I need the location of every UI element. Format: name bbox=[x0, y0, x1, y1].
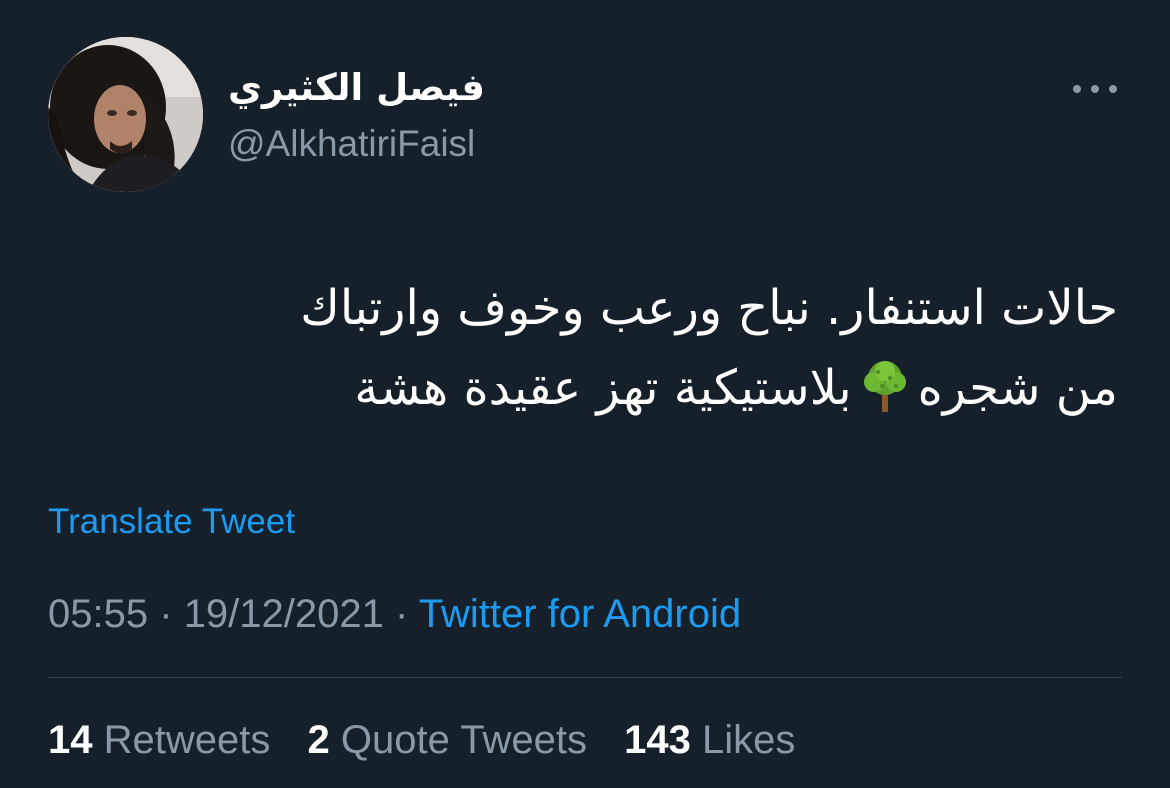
quote-tweets-stat[interactable]: 2 Quote Tweets bbox=[308, 718, 587, 762]
likes-label: Likes bbox=[701, 718, 796, 762]
more-dot bbox=[1073, 85, 1081, 93]
quote-tweets-label: Quote Tweets bbox=[340, 718, 587, 762]
tweet-source-link[interactable]: Twitter for Android bbox=[419, 592, 741, 636]
tweet-meta: 05:55 · 19/12/2021 · Twitter for Android bbox=[48, 588, 741, 640]
avatar[interactable] bbox=[48, 37, 203, 192]
retweets-stat[interactable]: 14 Retweets bbox=[48, 718, 270, 762]
meta-separator: · bbox=[159, 592, 173, 636]
tweet-text-line-2: من شجره بلاستيكية تهز عقيدة هشة bbox=[118, 348, 1118, 428]
tweet-text: حالات استنفار. نباح ورعب وخوف وارتباك من… bbox=[118, 268, 1118, 428]
tweet-text-line-1: حالات استنفار. نباح ورعب وخوف وارتباك bbox=[300, 280, 1118, 336]
meta-separator: · bbox=[395, 592, 409, 636]
tweet-text-part: من شجره bbox=[917, 360, 1118, 416]
retweets-label: Retweets bbox=[103, 718, 271, 762]
more-dot bbox=[1109, 85, 1117, 93]
more-dot bbox=[1091, 85, 1099, 93]
quote-tweets-count: 2 bbox=[307, 718, 330, 762]
divider bbox=[48, 677, 1122, 678]
retweets-count: 14 bbox=[48, 718, 93, 762]
user-handle[interactable]: @AlkhatiriFaisl bbox=[228, 120, 475, 168]
likes-stat[interactable]: 143 Likes bbox=[624, 718, 795, 762]
tweet-time[interactable]: 05:55 bbox=[48, 592, 148, 636]
profile-photo-icon bbox=[48, 37, 203, 192]
more-horizontal-icon[interactable] bbox=[1070, 72, 1120, 106]
tweet-date[interactable]: 19/12/2021 bbox=[184, 592, 384, 636]
tweet-text-part: بلاستيكية تهز عقيدة هشة bbox=[354, 360, 852, 416]
likes-count: 143 bbox=[624, 718, 691, 762]
translate-tweet-link[interactable]: Translate Tweet bbox=[48, 500, 295, 544]
deciduous-tree-emoji-icon bbox=[863, 361, 906, 412]
display-name[interactable]: فيصل الكثيري bbox=[228, 60, 508, 116]
tweet-stats: 14 Retweets 2 Quote Tweets 143 Likes bbox=[48, 714, 821, 766]
tweet-card: فيصل الكثيري @AlkhatiriFaisl حالات استنف… bbox=[0, 0, 1170, 788]
